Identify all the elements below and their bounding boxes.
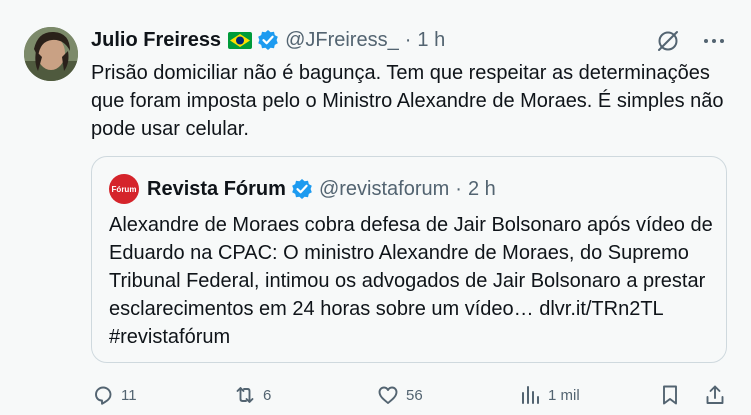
avatar-photo — [24, 27, 78, 81]
quote-avatar[interactable]: Fórum — [109, 174, 139, 204]
separator-dot: · — [404, 28, 412, 51]
reply-button[interactable]: 11 — [91, 380, 137, 410]
quote-text: Alexandre de Moraes cobra defesa de Jair… — [109, 214, 713, 348]
quote-header: Fórum Revista Fórum @revistaforum · 2 h — [109, 174, 496, 204]
views-button[interactable]: 1 mil — [518, 380, 580, 410]
repost-button[interactable]: 6 — [233, 380, 271, 410]
bookmark-icon — [663, 385, 677, 405]
author-handle[interactable]: @JFreiress_ — [285, 29, 399, 52]
share-button[interactable] — [703, 380, 727, 410]
bookmark-button[interactable] — [658, 380, 682, 410]
like-count: 56 — [406, 386, 423, 404]
verified-badge-icon[interactable] — [291, 178, 313, 200]
quote-author-name[interactable]: Revista Fórum — [147, 178, 286, 201]
share-icon — [706, 385, 724, 404]
quote-author-handle[interactable]: @revistaforum — [319, 178, 449, 201]
more-icon[interactable] — [701, 28, 727, 54]
tweet[interactable]: Julio Freiress @JFreiress_ · 1 h Prisão … — [0, 0, 751, 415]
tweet-top-actions — [655, 28, 727, 54]
author-name[interactable]: Julio Freiress — [91, 29, 221, 52]
brazil-flag-icon — [228, 31, 253, 49]
views-icon — [522, 386, 539, 404]
reply-icon — [95, 386, 112, 405]
quote-avatar-logo: Fórum — [111, 184, 137, 194]
grok-icon[interactable] — [655, 28, 681, 54]
repost-count: 6 — [263, 386, 272, 404]
repost-icon — [236, 387, 254, 403]
tweet-time[interactable]: 1 h — [417, 29, 445, 52]
quote-tweet-card[interactable]: Fórum Revista Fórum @revistaforum · 2 h … — [91, 156, 727, 363]
avatar[interactable] — [24, 27, 78, 81]
verified-badge-icon[interactable] — [257, 29, 279, 51]
views-count: 1 mil — [548, 386, 580, 404]
tweet-text: Prisão domiciliar não é bagunça. Tem que… — [91, 62, 724, 140]
reply-count: 11 — [121, 386, 137, 404]
like-button[interactable]: 56 — [376, 380, 423, 410]
like-icon — [378, 386, 398, 404]
tweet-actions: 11 6 56 1 mil — [91, 380, 731, 410]
tweet-header: Julio Freiress @JFreiress_ · 1 h — [91, 26, 445, 54]
separator-dot: · — [455, 177, 462, 200]
quote-time[interactable]: 2 h — [468, 178, 496, 201]
